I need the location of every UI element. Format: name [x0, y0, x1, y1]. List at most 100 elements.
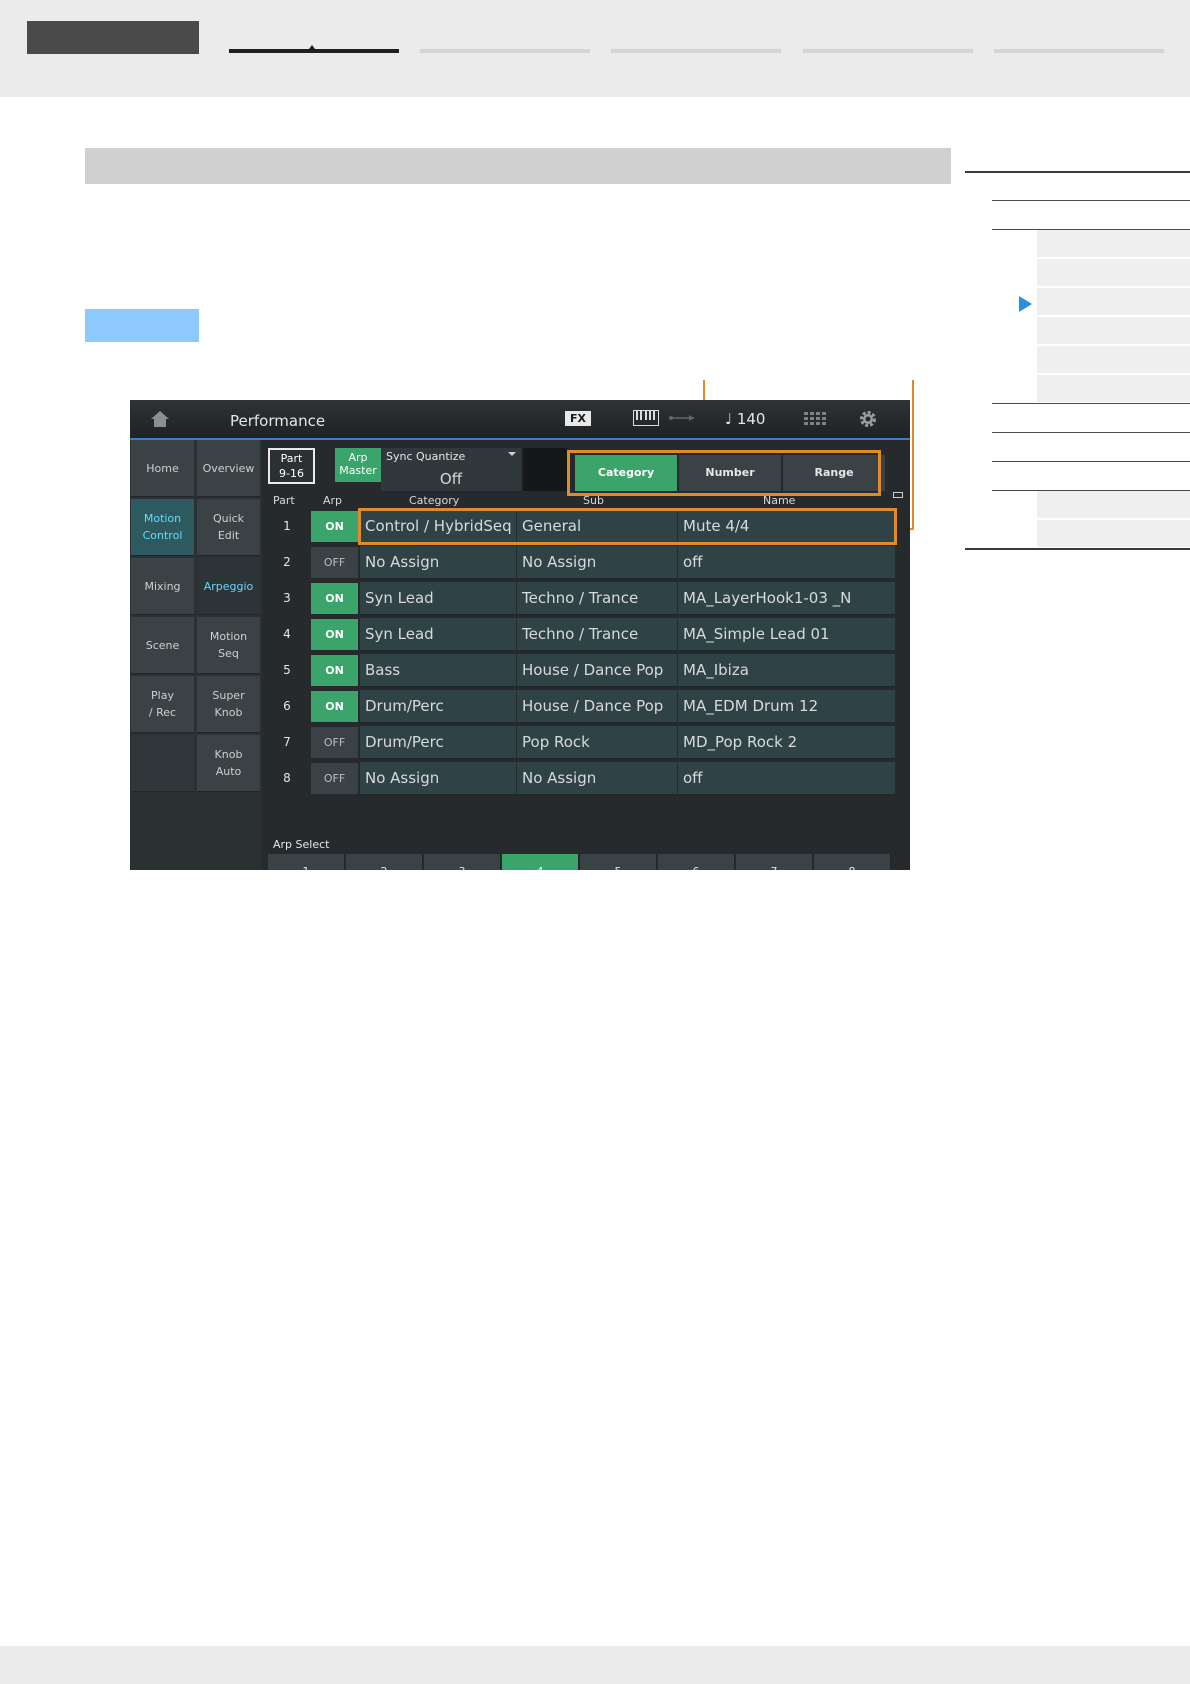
- arp-select-button[interactable]: 8: [814, 854, 891, 870]
- screen-title: Performance: [230, 412, 326, 430]
- category-cell[interactable]: Syn Lead: [360, 618, 516, 651]
- tabs-highlight-frame: [567, 450, 881, 496]
- arp-name-cell[interactable]: off: [678, 546, 895, 579]
- section-heading-bar: [85, 148, 951, 184]
- sub-category-cell[interactable]: House / Dance Pop: [517, 654, 677, 687]
- part-number: 6: [283, 699, 291, 713]
- arp-name-cell[interactable]: MA_LayerHook1-03 _N: [678, 582, 895, 615]
- sub-category-cell[interactable]: House / Dance Pop: [517, 690, 677, 723]
- usb-icon: [669, 415, 694, 421]
- section-tab: [420, 49, 590, 53]
- row-highlight-frame: [358, 508, 897, 545]
- category-cell[interactable]: Syn Lead: [360, 582, 516, 615]
- fx-indicator: FX: [565, 411, 591, 426]
- home-icon[interactable]: [150, 410, 170, 428]
- sync-quantize-value: Off: [439, 470, 463, 488]
- grid-icon[interactable]: [804, 412, 826, 426]
- title-bar: Performance FX ♩ 140: [130, 400, 910, 440]
- arp-toggle[interactable]: OFF: [311, 763, 358, 794]
- main-nav: Home Motion Control Mixing Scene Play / …: [130, 440, 196, 870]
- nav-overview[interactable]: Overview: [197, 440, 260, 497]
- tempo-display[interactable]: ♩ 140: [725, 410, 765, 428]
- category-cell[interactable]: Drum/Perc: [360, 726, 516, 759]
- gear-icon[interactable]: [858, 409, 878, 429]
- nav-scene[interactable]: Scene: [131, 617, 194, 674]
- arp-select-button[interactable]: 5: [580, 854, 657, 870]
- arp-select-label: Arp Select: [273, 838, 330, 851]
- column-header-name: Name: [763, 494, 796, 507]
- nav-mixing[interactable]: Mixing: [131, 558, 194, 615]
- arp-name-cell[interactable]: MA_EDM Drum 12: [678, 690, 895, 723]
- sub-category-cell[interactable]: Techno / Trance: [517, 582, 677, 615]
- dropdown-arrow-icon: [508, 452, 516, 456]
- arp-name-cell[interactable]: MD_Pop Rock 2: [678, 726, 895, 759]
- arp-name-cell[interactable]: MA_Simple Lead 01: [678, 618, 895, 651]
- outline-divider: [992, 432, 1190, 433]
- outline-divider: [965, 548, 1190, 550]
- nav-empty: [131, 735, 194, 792]
- arp-toggle[interactable]: OFF: [311, 727, 358, 758]
- nav-home[interactable]: Home: [131, 440, 194, 497]
- nav-super-knob[interactable]: Super Knob: [197, 676, 260, 733]
- part-number: 5: [283, 663, 291, 677]
- blank-field: [523, 448, 567, 491]
- section-tab: [803, 49, 973, 53]
- arp-select-button[interactable]: 7: [736, 854, 813, 870]
- arp-name-cell[interactable]: MA_Ibiza: [678, 654, 895, 687]
- nav-arpeggio[interactable]: Arpeggio: [197, 558, 260, 615]
- column-header-sub: Sub: [583, 494, 604, 507]
- category-cell[interactable]: No Assign: [360, 762, 516, 795]
- scroll-indicator: [893, 492, 903, 498]
- outline-item: [1037, 375, 1190, 402]
- arp-name-cell[interactable]: off: [678, 762, 895, 795]
- nav-quick-edit[interactable]: Quick Edit: [197, 499, 260, 556]
- nav-motion-control[interactable]: Motion Control: [131, 499, 194, 556]
- part-number: 8: [283, 771, 291, 785]
- category-cell[interactable]: Bass: [360, 654, 516, 687]
- sub-category-cell[interactable]: No Assign: [517, 546, 677, 579]
- part-number: 7: [283, 735, 291, 749]
- section-tab: [994, 49, 1164, 53]
- category-cell[interactable]: Drum/Perc: [360, 690, 516, 723]
- sub-category-cell[interactable]: Techno / Trance: [517, 618, 677, 651]
- arp-toggle[interactable]: ON: [311, 691, 358, 722]
- arp-toggle[interactable]: ON: [311, 655, 358, 686]
- outline-item: [1037, 520, 1190, 547]
- sub-nav: Overview Quick Edit Arpeggio Motion Seq …: [196, 440, 262, 870]
- arp-toggle[interactable]: ON: [311, 511, 358, 542]
- nav-knob-auto[interactable]: Knob Auto: [197, 735, 260, 792]
- sub-category-cell[interactable]: No Assign: [517, 762, 677, 795]
- sync-quantize-label: Sync Quantize: [386, 450, 466, 463]
- outline-item: [1037, 317, 1190, 344]
- synth-screen: Performance FX ♩ 140 Home Motion Control…: [130, 400, 910, 870]
- sync-quantize-select[interactable]: Sync Quantize Off: [381, 448, 521, 491]
- arp-select-button[interactable]: 6: [658, 854, 735, 870]
- part-number: 2: [283, 555, 291, 569]
- sub-category-cell[interactable]: Pop Rock: [517, 726, 677, 759]
- chapter-block: [27, 21, 199, 54]
- arp-select-button[interactable]: 1: [268, 854, 345, 870]
- nav-motion-seq[interactable]: Motion Seq: [197, 617, 260, 674]
- arp-select-button[interactable]: 2: [346, 854, 423, 870]
- outline-item: [1037, 259, 1190, 286]
- outline-divider: [992, 461, 1190, 462]
- arp-toggle[interactable]: ON: [311, 619, 358, 650]
- category-cell[interactable]: No Assign: [360, 546, 516, 579]
- arp-toggle[interactable]: OFF: [311, 547, 358, 578]
- page-bottom-band: [0, 1646, 1190, 1684]
- callout-line-row: [912, 380, 914, 530]
- section-tab: [611, 49, 781, 53]
- arp-toggle[interactable]: ON: [311, 583, 358, 614]
- outline-item: [1037, 346, 1190, 373]
- nav-play-rec[interactable]: Play / Rec: [131, 676, 194, 733]
- outline-divider: [992, 200, 1190, 201]
- part-range-button[interactable]: Part 9-16: [268, 448, 315, 484]
- column-header-category: Category: [409, 494, 460, 507]
- arpeggio-panel: Part 9-16 Arp Master Sync Quantize Off C…: [267, 440, 910, 870]
- outline-item: [1037, 230, 1190, 257]
- arp-select-button[interactable]: 3: [424, 854, 501, 870]
- arp-master-button[interactable]: Arp Master: [335, 448, 381, 482]
- column-header-part: Part: [273, 494, 295, 507]
- arp-select-button[interactable]: 4: [502, 854, 579, 870]
- section-tab-active: [229, 49, 399, 53]
